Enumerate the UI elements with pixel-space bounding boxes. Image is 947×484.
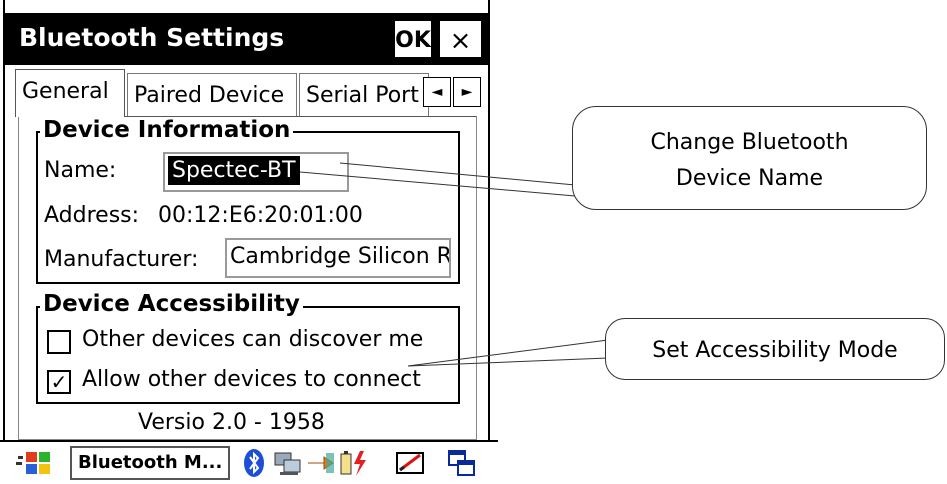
network-icon[interactable] (272, 448, 304, 478)
connect-label[interactable]: Allow other devices to connect (82, 367, 421, 392)
tab-scroll-controls: ◄ ► (423, 77, 483, 107)
input-panel-icon[interactable] (394, 448, 426, 478)
device-screen: Bluetooth Settings OK × General Paired D… (0, 0, 498, 484)
tab-paired-device[interactable]: Paired Device (127, 73, 297, 117)
discover-label[interactable]: Other devices can discover me (82, 327, 423, 352)
screen-border-right (488, 0, 490, 440)
rename-callout-line-1: Change Bluetooth (650, 130, 849, 155)
version-text: Versio 2.0 - 1958 (138, 410, 325, 435)
address-label: Address: (44, 203, 140, 228)
manufacturer-label: Manufacturer: (44, 247, 199, 272)
tab-scroll-left-icon[interactable]: ◄ (423, 77, 451, 107)
taskbar-bluetooth-button[interactable]: Bluetooth M... (70, 446, 230, 480)
battery-power-icon[interactable] (338, 448, 370, 478)
tab-scroll-right-icon[interactable]: ► (453, 77, 481, 107)
device-name-input[interactable]: Spectec-BT (163, 152, 349, 192)
device-name-value: Spectec-BT (168, 156, 300, 185)
address-value: 00:12:E6:20:01:00 (158, 203, 363, 228)
manufacturer-field: Cambridge Silicon R (225, 238, 451, 278)
window-title: Bluetooth Settings (19, 23, 285, 52)
tab-serial-port[interactable]: Serial Port (299, 73, 429, 117)
bluetooth-icon[interactable] (242, 448, 266, 478)
rename-callout-line-2: Device Name (675, 166, 824, 191)
discover-checkbox[interactable] (47, 330, 71, 354)
device-accessibility-heading: Device Accessibility (40, 291, 303, 317)
window-switch-icon[interactable] (446, 448, 478, 478)
accessibility-callout: Set Accessibility Mode (605, 318, 945, 380)
tab-bar: General Paired Device Serial Port ◄ ► (5, 65, 488, 117)
connection-arrow-icon[interactable] (306, 448, 336, 478)
ok-button[interactable]: OK (393, 19, 433, 59)
connect-checkbox[interactable]: ✓ (47, 370, 71, 394)
tab-general[interactable]: General (15, 69, 125, 117)
name-label: Name: (44, 158, 117, 183)
device-information-heading: Device Information (40, 117, 294, 143)
rename-callout: Change Bluetooth Device Name (572, 106, 927, 210)
taskbar: Bluetooth M... (0, 440, 498, 484)
close-button[interactable]: × (438, 19, 483, 59)
start-windows-flag-icon[interactable] (14, 448, 56, 478)
accessibility-callout-text: Set Accessibility Mode (652, 338, 898, 363)
title-bar: Bluetooth Settings OK × (5, 13, 488, 65)
